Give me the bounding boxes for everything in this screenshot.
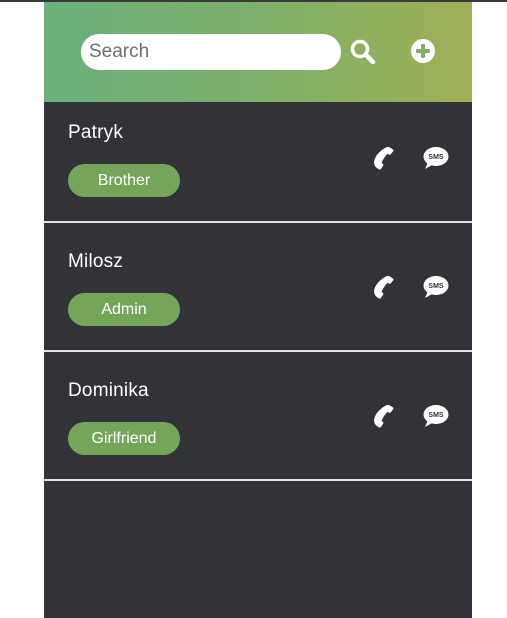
contact-card[interactable]: Milosz Admin SMS [44,231,472,352]
search-input[interactable] [81,34,341,70]
contact-name: Patryk [68,122,124,143]
add-contact-button[interactable] [410,38,436,64]
sms-button[interactable]: SMS [423,404,449,428]
search-button[interactable] [349,38,377,66]
contact-tag-badge: Girlfriend [68,422,180,455]
search-icon [349,38,377,66]
sms-bubble-icon: SMS [423,275,449,299]
sms-bubble-icon: SMS [423,404,449,428]
plus-circle-icon [410,38,436,64]
phone-icon [370,403,396,429]
contact-card[interactable]: Patryk Brother SMS [44,102,472,223]
contact-name: Dominika [68,380,149,401]
contacts-app: Patryk Brother SMS Milosz Admin [44,2,472,618]
sms-icon-label: SMS [428,283,444,290]
contact-card[interactable]: Dominika Girlfriend SMS [44,360,472,481]
sms-button[interactable]: SMS [423,146,449,170]
call-button[interactable] [370,145,396,171]
phone-icon [370,274,396,300]
sms-button[interactable]: SMS [423,275,449,299]
phone-icon [370,145,396,171]
call-button[interactable] [370,403,396,429]
sms-icon-label: SMS [428,154,444,161]
sms-icon-label: SMS [428,412,444,419]
app-header [44,2,472,102]
sms-bubble-icon: SMS [423,146,449,170]
contact-tag-badge: Admin [68,293,180,326]
contact-tag-badge: Brother [68,164,180,197]
call-button[interactable] [370,274,396,300]
contact-name: Milosz [68,251,124,272]
